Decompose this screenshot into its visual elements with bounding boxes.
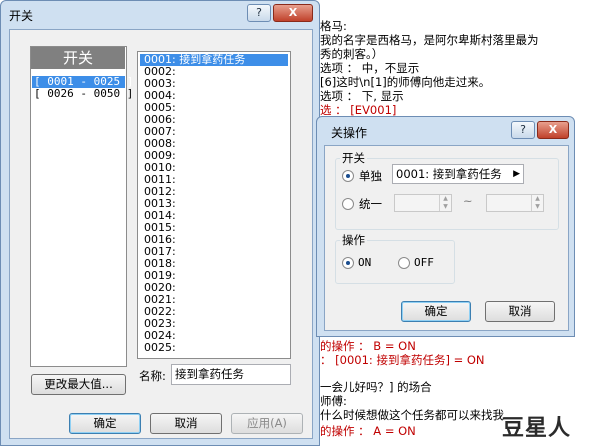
spin-down-icon: ▼ [531, 203, 543, 211]
cancel-button[interactable]: 取消 [485, 301, 555, 322]
dialog-title: 开关 [9, 9, 34, 23]
editor-line: 选项 ： 下, 显示 [320, 89, 404, 103]
single-switch-selector[interactable]: 0001: 接到拿药任务 ▶ [392, 164, 524, 184]
name-input[interactable]: 接到拿药任务 [171, 364, 291, 385]
arrow-right-icon: ▶ [513, 169, 520, 179]
single-label: 单独 [359, 169, 382, 183]
dialog-title: 关操作 [331, 126, 368, 140]
editor-line: 选项 ： 中，不显示 [320, 61, 420, 75]
close-button[interactable]: X [537, 121, 569, 139]
dialog-titlebar: 开关 ? X [1, 1, 319, 29]
name-label: 名称: [139, 369, 166, 383]
batch-start-spinner[interactable]: ▲ ▼ [394, 194, 452, 212]
single-radio[interactable] [342, 170, 354, 182]
switch-group-title: 开关 [340, 150, 367, 166]
close-icon: X [288, 6, 298, 19]
switch-items: 0001: 接到拿药任务 0002: 0003: 0004: 0005: 000… [140, 54, 288, 354]
range-tilde: ~ [463, 194, 473, 208]
editor-line: [6]这时\n[1]的师傅向他走过来。 [320, 75, 491, 89]
single-switch-value: 0001: 接到拿药任务 [396, 167, 502, 181]
on-label: ON [358, 256, 372, 269]
group-item[interactable]: [ 0026 - 0050 ] [32, 88, 133, 100]
dialog-client-area: 开关 单独 0001: 接到拿药任务 ▶ 统一 ▲ ▼ ~ ▲ ▼ 操作 ON … [324, 145, 569, 331]
editor-line: 什么时候想做这个任务都可以来找我 [320, 408, 504, 422]
group-items: [ 0001 - 0025 ] [ 0026 - 0050 ] [32, 76, 133, 100]
editor-line: 师傅: [320, 394, 347, 408]
spin-up-icon: ▲ [439, 195, 451, 203]
help-button[interactable]: ? [511, 121, 535, 139]
switch-operation-dialog: 关操作 ? X 开关 单独 0001: 接到拿药任务 ▶ 统一 ▲ ▼ ~ ▲ … [316, 116, 575, 337]
spin-down-icon: ▼ [439, 203, 451, 211]
batch-radio[interactable] [342, 198, 354, 210]
editor-line: 格马: [320, 19, 347, 33]
editor-line: 我的名字是西格马，是阿尔卑斯村落里最为 [320, 33, 539, 47]
switch-list[interactable]: 0001: 接到拿药任务 0002: 0003: 0004: 0005: 000… [137, 51, 291, 359]
watermark-logo: 豆星人 [502, 416, 572, 441]
batch-label: 统一 [359, 197, 382, 211]
group-list-header: 开关 [31, 47, 125, 69]
off-label: OFF [414, 256, 434, 269]
editor-line: 的操作 ： A = ON [320, 424, 416, 438]
editor-line: 的操作 ： B = ON [320, 339, 416, 353]
change-max-button[interactable]: 更改最大值... [31, 374, 126, 395]
on-radio[interactable] [342, 257, 354, 269]
cancel-button[interactable]: 取消 [150, 413, 222, 434]
close-icon: X [548, 123, 558, 136]
off-radio[interactable] [398, 257, 410, 269]
help-button[interactable]: ? [247, 4, 271, 22]
switch-dialog: 开关 ? X 开关 [ 0001 - 0025 ] [ 0026 - 0050 … [0, 0, 320, 446]
batch-end-spinner[interactable]: ▲ ▼ [486, 194, 544, 212]
spin-up-icon: ▲ [531, 195, 543, 203]
editor-line: 秀的刺客。） [320, 47, 384, 61]
editor-line: ： [0001: 接到拿药任务] = ON [320, 353, 485, 367]
ok-button[interactable]: 确定 [69, 413, 141, 434]
ok-button[interactable]: 确定 [401, 301, 471, 322]
editor-line: 一会儿好吗？] 的场合 [320, 380, 432, 394]
operation-group-title: 操作 [340, 232, 367, 248]
close-button[interactable]: X [273, 4, 313, 22]
switch-item[interactable]: 0025: [140, 342, 288, 354]
apply-button[interactable]: 应用(A) [231, 413, 303, 434]
